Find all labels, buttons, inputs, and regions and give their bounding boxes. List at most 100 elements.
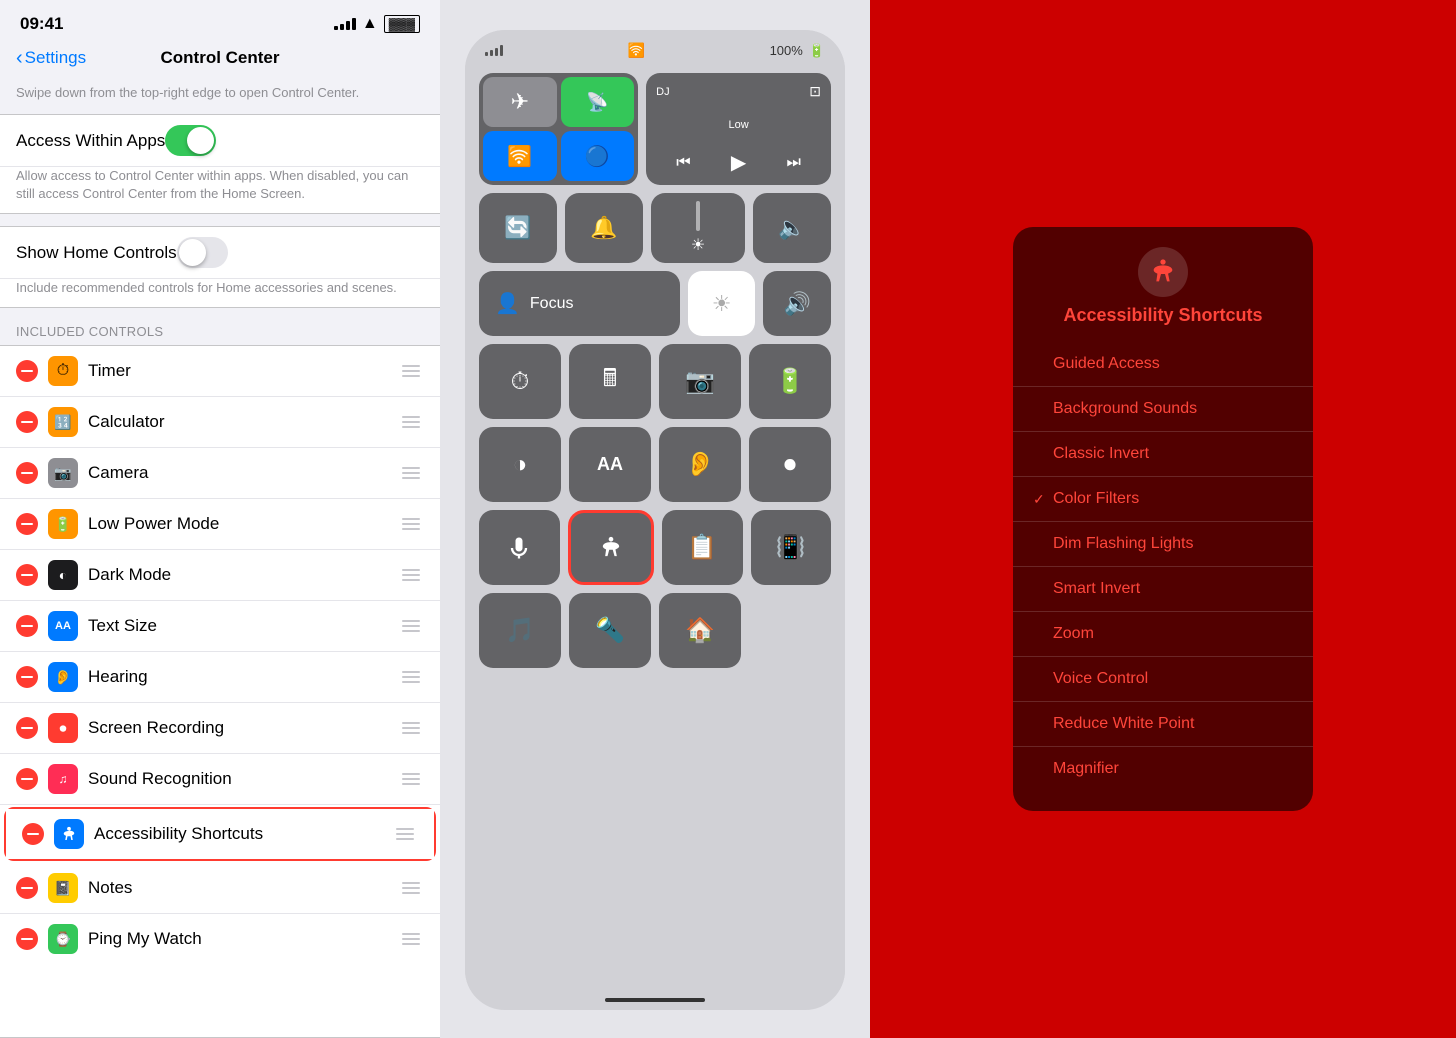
back-label[interactable]: Settings <box>25 48 86 68</box>
calculator-remove-button[interactable] <box>16 411 38 433</box>
settings-section-toggles: Access Within Apps Allow access to Contr… <box>0 114 440 214</box>
popup-item-dim-flashing-lights[interactable]: Dim Flashing Lights <box>1013 521 1313 566</box>
cc-accessibility-tile[interactable] <box>568 510 655 585</box>
popup-item-voice-control[interactable]: Voice Control <box>1013 656 1313 701</box>
cc-textsize-tile[interactable]: AA <box>569 427 651 502</box>
cellular-tile[interactable]: 📡 <box>561 77 635 127</box>
cc-calculator-icon: 🖩 <box>603 361 617 402</box>
hearing-remove-button[interactable] <box>16 666 38 688</box>
cc-sound-rec-icon <box>505 534 533 562</box>
timer-remove-button[interactable] <box>16 360 38 382</box>
cc-grid: ✈ 📡 🛜 🔵 DJ ⊡ <box>465 63 845 990</box>
fast-forward-icon[interactable]: ⏭ <box>786 154 800 172</box>
popup-item-guided-access[interactable]: Guided Access <box>1013 342 1313 386</box>
play-icon[interactable]: ▶ <box>731 150 746 175</box>
focus-tile[interactable]: 👤 Focus <box>479 271 680 336</box>
cc-row-7: 🎵 🔦 🏠 <box>479 593 831 668</box>
low-power-mode-drag-handle[interactable] <box>398 514 424 534</box>
dark-mode-control-row: ◐ Dark Mode <box>0 550 440 601</box>
classic-invert-label: Classic Invert <box>1053 445 1293 463</box>
show-home-controls-toggle[interactable] <box>177 237 228 268</box>
airplane-mode-tile[interactable]: ✈ <box>483 77 557 127</box>
screen-recording-label: Screen Recording <box>88 718 398 738</box>
accessibility-shortcuts-remove-button[interactable] <box>22 823 44 845</box>
screen-recording-drag-handle[interactable] <box>398 718 424 738</box>
access-within-apps-toggle[interactable] <box>165 125 216 156</box>
cc-torch-tile[interactable]: 🔦 <box>569 593 651 668</box>
notes-remove-button[interactable] <box>16 877 38 899</box>
timer-icon: ⏱ <box>48 356 78 386</box>
cc-camera-tile[interactable]: 📷 <box>659 344 741 419</box>
popup-item-color-filters[interactable]: ✓ Color Filters <box>1013 476 1313 521</box>
rotation-lock-tile[interactable]: 🔄 <box>479 193 557 263</box>
bluetooth-tile[interactable]: 🔵 <box>561 131 635 181</box>
accessibility-shortcuts-icon <box>54 819 84 849</box>
notes-control-row: 📓 Notes <box>0 863 440 914</box>
popup-item-smart-invert[interactable]: Smart Invert <box>1013 566 1313 611</box>
popup-item-classic-invert[interactable]: Classic Invert <box>1013 431 1313 476</box>
hearing-drag-handle[interactable] <box>398 667 424 687</box>
cc-sound-rec-tile[interactable] <box>479 510 560 585</box>
access-within-apps-row: Access Within Apps <box>0 115 440 167</box>
cc-shazam-tile[interactable]: 🎵 <box>479 593 561 668</box>
text-size-drag-handle[interactable] <box>398 616 424 636</box>
cc-battery-tile[interactable]: 🔋 <box>749 344 831 419</box>
popup-item-background-sounds[interactable]: Background Sounds <box>1013 386 1313 431</box>
media-tile[interactable]: DJ ⊡ Low ⏮ ▶ ⏭ <box>646 73 831 185</box>
notes-label: Notes <box>88 878 398 898</box>
cc-hearing-tile[interactable]: 👂 <box>659 427 741 502</box>
brightness-tile[interactable]: ☀ <box>651 193 745 263</box>
wifi-tile[interactable]: 🛜 <box>483 131 557 181</box>
cc-calculator-tile[interactable]: 🖩 <box>569 344 651 419</box>
cc-contrast-tile[interactable]: ◑ <box>479 427 561 502</box>
popup-item-magnifier[interactable]: Magnifier <box>1013 746 1313 791</box>
camera-control-row: 📷 Camera <box>0 448 440 499</box>
dark-mode-drag-handle[interactable] <box>398 565 424 585</box>
ping-my-watch-icon: ⌚ <box>48 924 78 954</box>
sound-recognition-remove-button[interactable] <box>16 768 38 790</box>
popup-item-zoom[interactable]: Zoom <box>1013 611 1313 656</box>
timer-drag-handle[interactable] <box>398 361 424 381</box>
calculator-control-row: 🔢 Calculator <box>0 397 440 448</box>
right-panel: Accessibility Shortcuts Guided Access Ba… <box>870 0 1456 1038</box>
volume-control-tile[interactable]: 🔊 <box>763 271 831 336</box>
screen-recording-control-row: ⏺ Screen Recording <box>0 703 440 754</box>
cc-row-3: 👤 Focus ☀ 🔊 <box>479 271 831 336</box>
volume-speaker-icon: 🔊 <box>784 291 811 317</box>
ping-my-watch-control-row: ⌚ Ping My Watch <box>0 914 440 964</box>
text-size-label: Text Size <box>88 616 398 636</box>
cc-home-tile[interactable]: 🏠 <box>659 593 741 668</box>
popup-item-reduce-white-point[interactable]: Reduce White Point <box>1013 701 1313 746</box>
camera-drag-handle[interactable] <box>398 463 424 483</box>
sound-recognition-drag-handle[interactable] <box>398 769 424 789</box>
volume-icon: 🔈 <box>778 215 805 241</box>
accessibility-shortcuts-drag-handle[interactable] <box>392 824 418 844</box>
cc-record-tile[interactable]: ⏺ <box>749 427 831 502</box>
access-within-apps-sublabel: Allow access to Control Center within ap… <box>16 168 408 201</box>
brightness-control-tile[interactable]: ☀ <box>688 271 756 336</box>
screen-recording-remove-button[interactable] <box>16 717 38 739</box>
rewind-icon[interactable]: ⏮ <box>676 154 690 172</box>
brightness-sun-icon: ☀ <box>712 291 732 317</box>
cc-notes-tile[interactable]: 📋 <box>662 510 743 585</box>
low-power-mode-icon: 🔋 <box>48 509 78 539</box>
notes-drag-handle[interactable] <box>398 878 424 898</box>
ping-my-watch-remove-button[interactable] <box>16 928 38 950</box>
ping-my-watch-drag-handle[interactable] <box>398 929 424 949</box>
low-power-mode-remove-button[interactable] <box>16 513 38 535</box>
camera-remove-button[interactable] <box>16 462 38 484</box>
back-button[interactable]: ‹ Settings <box>16 47 86 70</box>
cc-camera-icon: 📷 <box>685 367 715 396</box>
text-size-remove-button[interactable] <box>16 615 38 637</box>
bluetooth-icon: 🔵 <box>585 144 610 169</box>
cc-haptic-tile[interactable]: 📳 <box>751 510 832 585</box>
mute-tile[interactable]: 🔔 <box>565 193 643 263</box>
brightness-icon: ☀ <box>691 235 705 255</box>
phone-mockup: 🛜 100% 🔋 ✈ 📡 🛜 <box>465 30 845 1010</box>
cc-record-icon: ⏺ <box>784 451 796 479</box>
calculator-drag-handle[interactable] <box>398 412 424 432</box>
cc-battery-icon: 🔋 <box>809 43 825 59</box>
volume-tile[interactable]: 🔈 <box>753 193 831 263</box>
dark-mode-remove-button[interactable] <box>16 564 38 586</box>
cc-timer-tile[interactable]: ⏱ <box>479 344 561 419</box>
